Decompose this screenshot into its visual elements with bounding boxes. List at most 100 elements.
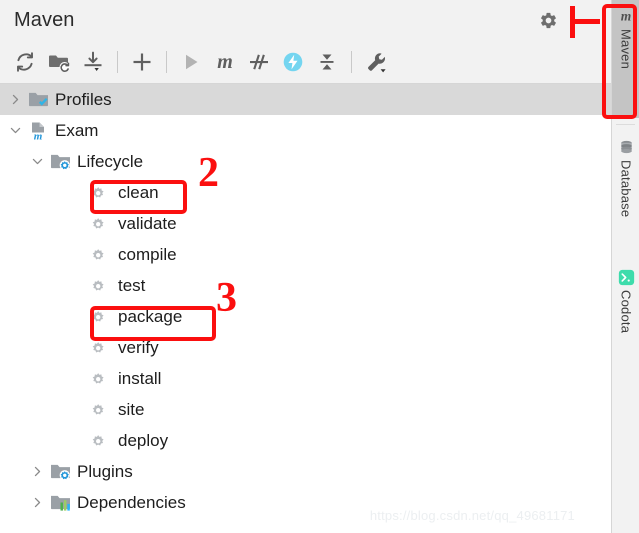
terminal-prompt-icon	[618, 269, 634, 285]
lifecycle-icon	[48, 151, 72, 173]
tree-row-goal-compile[interactable]: compile	[0, 239, 611, 270]
tool-window-title-bar: Maven	[0, 0, 611, 40]
strip-tab-label: Database	[618, 160, 634, 218]
profiles-icon	[26, 89, 50, 111]
tree-label: verify	[118, 338, 159, 357]
collapse-all-icon[interactable]	[310, 45, 344, 79]
toolbar-separator	[117, 50, 118, 73]
folder-gear-icon	[50, 154, 70, 171]
folder-bars-icon	[50, 495, 70, 511]
tree-label: Dependencies	[77, 493, 186, 512]
goal-icon	[86, 182, 110, 204]
letter-m-icon: m	[217, 51, 233, 73]
gear-icon	[92, 403, 104, 415]
toggle-offline-icon[interactable]	[276, 45, 310, 79]
codota-icon	[616, 267, 636, 287]
maven-m-icon[interactable]: m	[208, 45, 242, 79]
folder-check-icon	[28, 92, 48, 107]
tree-row-profiles[interactable]: Profiles	[0, 84, 611, 115]
tree-row-goal-verify[interactable]: verify	[0, 332, 611, 363]
page-title: Maven	[14, 8, 75, 31]
tree-label: validate	[118, 214, 177, 233]
tree-row-plugins[interactable]: Plugins	[0, 456, 611, 487]
maven-toolbar: m	[0, 40, 611, 84]
chevron-down-icon[interactable]	[4, 115, 26, 146]
tree-row-goal-clean[interactable]: clean	[0, 177, 611, 208]
toolbar-separator	[351, 50, 352, 73]
hide-icon[interactable]	[573, 9, 595, 31]
goal-icon	[86, 430, 110, 452]
chevron-right-icon[interactable]	[4, 84, 26, 115]
tree-label: clean	[118, 183, 159, 202]
add-icon[interactable]	[125, 45, 159, 79]
gear-icon	[540, 12, 556, 28]
tree-row-goal-install[interactable]: install	[0, 363, 611, 394]
strip-tab-label: Maven	[618, 29, 634, 70]
play-triangle-icon	[186, 54, 198, 69]
svg-text:m: m	[217, 51, 233, 73]
gear-icon	[92, 310, 104, 322]
settings-wrench-icon[interactable]	[359, 45, 393, 79]
tree-row-goal-test[interactable]: test	[0, 270, 611, 301]
gear-icon	[92, 341, 104, 353]
refresh-icon	[17, 51, 33, 72]
strip-tab-database[interactable]: Database	[612, 131, 639, 239]
tree-row-goal-site[interactable]: site	[0, 394, 611, 425]
generate-sources-icon[interactable]	[42, 45, 76, 79]
tree-label: Lifecycle	[77, 152, 144, 171]
toggle-skip-tests-icon[interactable]	[242, 45, 276, 79]
svg-text:m: m	[34, 130, 43, 141]
tree-row-exam[interactable]: m Exam	[0, 115, 611, 146]
tree-label: site	[118, 400, 145, 419]
chevron-right-icon[interactable]	[26, 456, 48, 487]
tree-row-goal-deploy[interactable]: deploy	[0, 425, 611, 456]
letter-m-icon: m	[621, 9, 632, 24]
tree-row-lifecycle[interactable]: Lifecycle	[0, 146, 611, 177]
chevron-down-icon[interactable]	[26, 146, 48, 177]
reload-icon[interactable]	[8, 45, 42, 79]
strip-tab-maven[interactable]: m Maven	[612, 0, 639, 118]
skip-tests-icon	[250, 54, 268, 69]
folder-gear-icon	[50, 464, 70, 481]
tree-label: install	[118, 369, 162, 388]
strip-tab-codota[interactable]: Codota	[612, 261, 639, 361]
offline-bolt-icon	[283, 52, 303, 71]
collapse-arrows-icon	[320, 54, 334, 69]
dependencies-icon	[48, 492, 72, 514]
goal-icon	[86, 337, 110, 359]
maven-project-icon: m	[26, 120, 50, 142]
tree-label: Exam	[55, 121, 99, 140]
maven-project-tree: Profiles m Exam Lifecycle clean validate…	[0, 84, 611, 533]
settings-icon[interactable]	[537, 9, 559, 31]
download-sources-icon[interactable]	[76, 45, 110, 79]
db-cylinder-icon	[620, 140, 632, 153]
maven-panel: Maven m Profiles m Exam Lifecycle clean …	[0, 0, 611, 533]
minimize-line-icon	[578, 19, 590, 21]
goal-icon	[86, 244, 110, 266]
goal-icon	[86, 368, 110, 390]
module-m-icon: m	[32, 122, 44, 141]
chevron-right-icon[interactable]	[26, 487, 48, 518]
tree-row-goal-package[interactable]: package	[0, 301, 611, 332]
download-icon	[84, 51, 102, 71]
gear-icon	[92, 186, 104, 198]
database-icon	[616, 137, 636, 157]
gear-icon	[92, 372, 104, 384]
tree-row-goal-validate[interactable]: validate	[0, 208, 611, 239]
run-icon[interactable]	[174, 45, 208, 79]
gear-icon	[92, 217, 104, 229]
title-bar-actions	[537, 9, 611, 31]
tree-label: package	[118, 307, 183, 326]
maven-tool-window: Maven m Profiles m Exam Lifecycle clean …	[0, 0, 639, 533]
wrench-icon	[368, 52, 386, 72]
tree-row-dependencies[interactable]: Dependencies	[0, 487, 611, 518]
folder-refresh-icon	[49, 55, 70, 72]
goal-icon	[86, 306, 110, 328]
goal-icon	[86, 213, 110, 235]
right-tool-strip: m Maven Database Codota	[611, 0, 639, 533]
gear-icon	[92, 434, 104, 446]
gear-icon	[92, 279, 104, 291]
plugins-icon	[48, 461, 72, 483]
tree-label: compile	[118, 245, 177, 264]
toolbar-separator	[166, 50, 167, 73]
